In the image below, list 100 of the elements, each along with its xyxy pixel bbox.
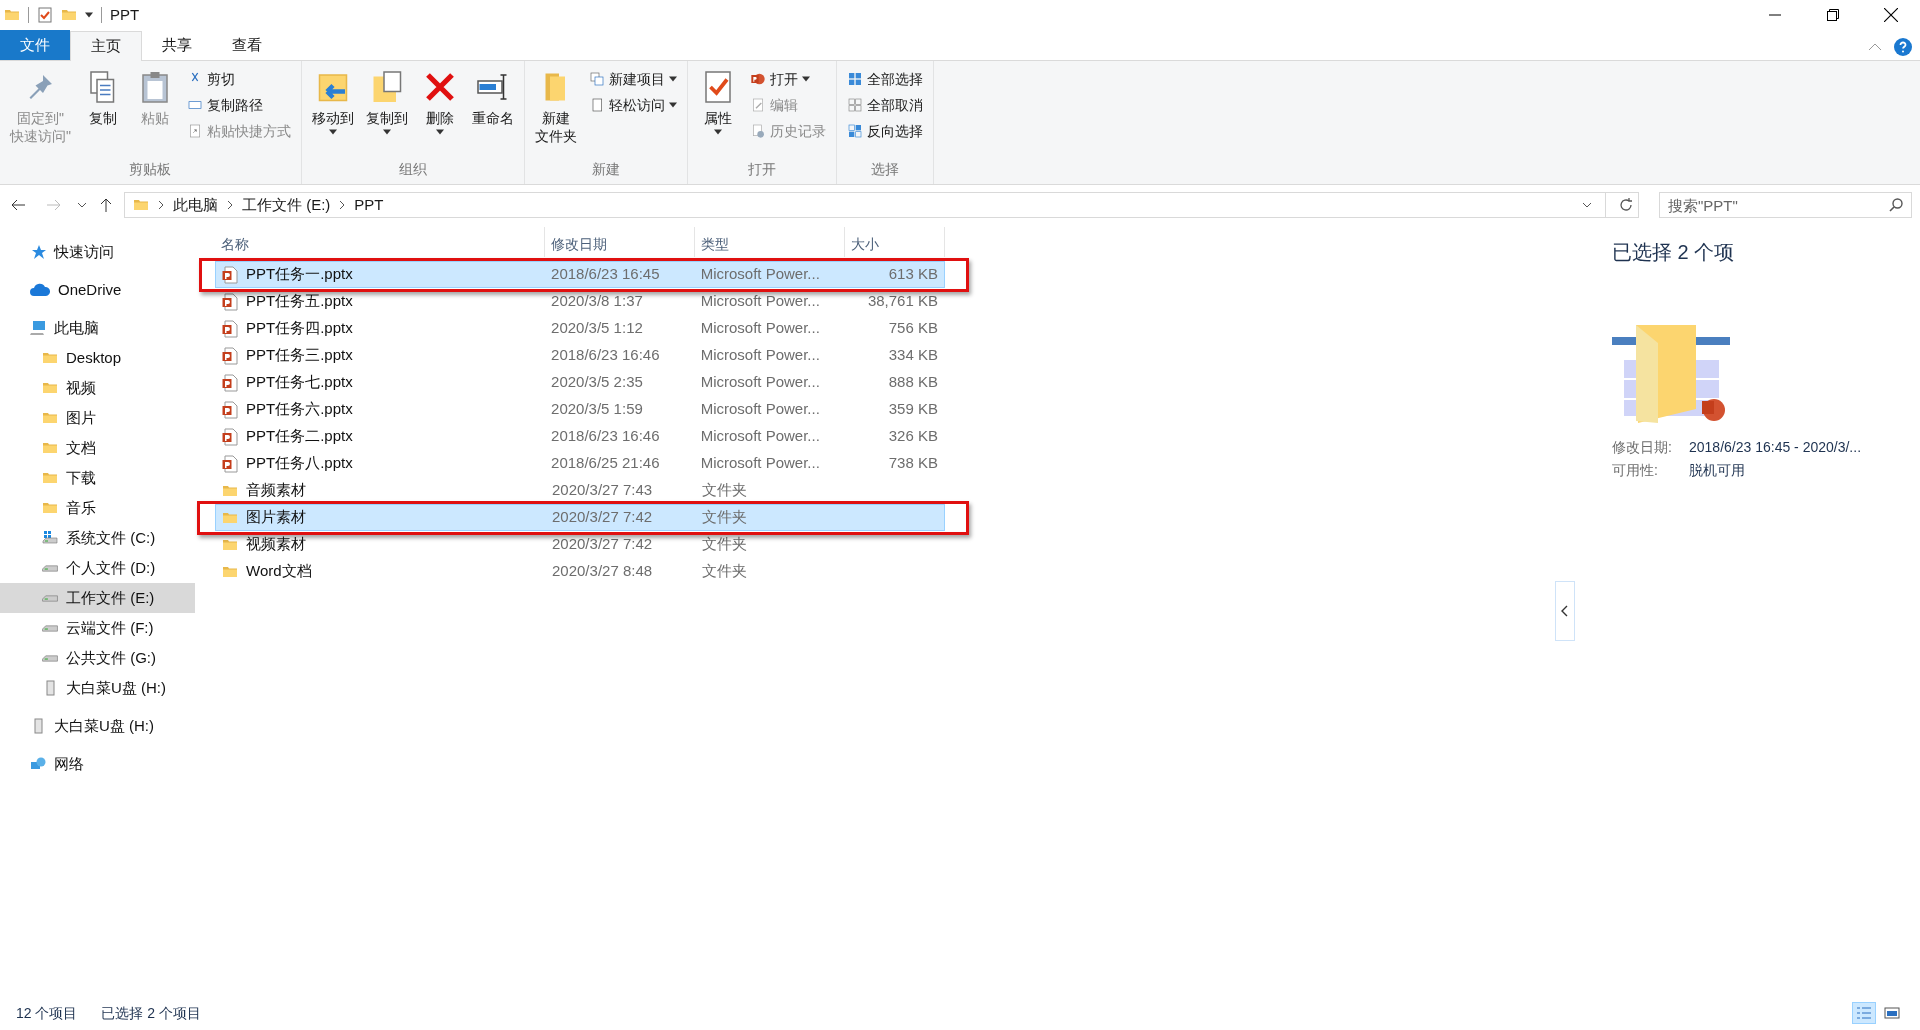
sidebar-item[interactable]: 个人文件 (D:) (0, 553, 195, 583)
file-row[interactable]: 图片素材 2020/3/27 7:42 文件夹 (215, 504, 945, 531)
file-name: 图片素材 (246, 507, 306, 528)
drive-icon (42, 564, 58, 572)
file-row[interactable]: PPT任务七.pptx 2020/3/5 2:35 Microsoft Power... 888 KB (215, 369, 945, 396)
ribbon-tab[interactable]: 主页 (70, 31, 142, 61)
sidebar-item[interactable]: 此电脑 (0, 313, 195, 343)
search-icon (1888, 197, 1904, 213)
pptx-file-icon (222, 265, 238, 284)
pptx-file-icon (222, 373, 238, 392)
network-icon (30, 756, 46, 772)
column-header[interactable]: 大小 (845, 227, 945, 257)
sidebar-item[interactable]: 工作文件 (E:) (0, 583, 195, 613)
size-cell-text: 38,761 KB (866, 291, 939, 312)
sidebar-item[interactable]: 公共文件 (G:) (0, 643, 195, 673)
checkmark-icon[interactable] (37, 7, 53, 23)
file-row[interactable]: PPT任务八.pptx 2018/6/25 21:46 Microsoft Power... 738 KB (215, 450, 945, 477)
pptx-file-icon (222, 292, 238, 311)
help-icon[interactable] (1894, 38, 1912, 56)
grid-icon (847, 71, 863, 87)
type-cell-text: Microsoft Power... (699, 345, 821, 366)
file-name: PPT任务六.pptx (246, 399, 353, 420)
ribbon-button[interactable]: 复制到 (362, 65, 412, 135)
address-bar[interactable]: 此电脑 工作文件 (E:) PPT (124, 192, 1639, 218)
ribbon-button[interactable]: 新建项目 (585, 67, 681, 91)
ribbon-button[interactable]: 反向选择 (843, 119, 927, 143)
ribbon-button[interactable]: 打开 (746, 67, 830, 91)
file-menu-button[interactable]: 文件 (0, 30, 70, 60)
caret-icon (714, 129, 722, 135)
file-row[interactable]: PPT任务三.pptx 2018/6/23 16:46 Microsoft Power... 334 KB (215, 342, 945, 369)
file-row[interactable]: PPT任务二.pptx 2018/6/23 16:46 Microsoft Power... 326 KB (215, 423, 945, 450)
sidebar-item[interactable]: 图片 (0, 403, 195, 433)
sidebar-item[interactable]: 大白菜U盘 (H:) (0, 673, 195, 703)
ribbon-button[interactable]: 全部选择 (843, 67, 927, 91)
ribbon-tab[interactable]: 查看 (212, 30, 282, 60)
sidebar-item[interactable]: OneDrive (0, 275, 195, 305)
breadcrumb[interactable]: 工作文件 (E:) (242, 193, 331, 217)
breadcrumb[interactable]: PPT (354, 193, 384, 217)
property-value: 2018/6/23 16:45 - 2020/3/... (1689, 438, 1862, 457)
sidebar-item[interactable]: 下载 (0, 463, 195, 493)
sidebar-item[interactable]: 大白菜U盘 (H:) (0, 711, 195, 741)
ribbon-button[interactable]: 复制路径 (183, 93, 295, 117)
file-name: 视频素材 (246, 534, 306, 555)
drive-icon (42, 654, 58, 662)
search-field[interactable]: 搜索"PPT" (1659, 192, 1912, 218)
ribbon-tab[interactable]: 共享 (142, 30, 212, 60)
sidebar-item[interactable]: 文档 (0, 433, 195, 463)
date-cell-text: 2018/6/23 16:46 (550, 345, 661, 366)
date-cell-text: 2020/3/8 1:37 (550, 291, 644, 312)
folder-icon (4, 7, 20, 23)
collapse-pane-button[interactable] (1555, 580, 1575, 641)
date-cell-text: 2020/3/27 7:43 (551, 480, 654, 501)
file-name: PPT任务四.pptx (246, 318, 353, 339)
sidebar-item[interactable]: Desktop (0, 343, 195, 373)
collapse-ribbon-icon[interactable] (1868, 42, 1882, 52)
ribbon-button[interactable]: 全部取消 (843, 93, 927, 117)
sidebar-item[interactable]: 系统文件 (C:) (0, 523, 195, 553)
ribbon-button[interactable]: 轻松访问 (585, 93, 681, 117)
ribbon-button[interactable]: 属性 (694, 65, 742, 135)
file-row[interactable]: PPT任务五.pptx 2020/3/8 1:37 Microsoft Power... 38,761 KB (215, 288, 945, 315)
ribbon-button[interactable]: 删除 (416, 65, 464, 135)
item-count: 12 个项目 (16, 1003, 78, 1023)
sidebar-item[interactable]: 视频 (0, 373, 195, 403)
ribbon-button[interactable]: 复制 (79, 65, 127, 127)
ribbon-button[interactable]: 剪切 (183, 67, 295, 91)
size-cell-text: 756 KB (887, 318, 939, 339)
file-row[interactable]: 视频素材 2020/3/27 7:42 文件夹 (215, 531, 945, 558)
file-row[interactable]: Word文档 2020/3/27 8:48 文件夹 (215, 558, 945, 585)
file-row[interactable]: 音频素材 2020/3/27 7:43 文件夹 (215, 477, 945, 504)
size-cell-text: 888 KB (887, 372, 939, 393)
column-header[interactable]: 类型 (695, 227, 845, 257)
sidebar-item[interactable]: 快速访问 (0, 237, 195, 267)
breadcrumb[interactable]: 此电脑 (173, 193, 218, 217)
ribbon-button[interactable]: 移动到 (308, 65, 358, 135)
file-row[interactable]: PPT任务六.pptx 2020/3/5 1:59 Microsoft Power... 359 KB (215, 396, 945, 423)
caret-icon (669, 102, 677, 108)
file-row[interactable]: PPT任务一.pptx 2018/6/23 16:45 Microsoft Power... 613 KB (215, 261, 945, 288)
ribbon-group-label: 剪贴板 (128, 160, 173, 179)
caret-icon (329, 129, 337, 135)
refresh-icon[interactable] (1618, 197, 1634, 213)
large-icons-icon (1884, 1005, 1900, 1021)
chevron-left-icon (1561, 604, 1569, 617)
drive-icon (42, 594, 58, 602)
sidebar-item[interactable]: 网络 (0, 749, 195, 779)
ribbon-button[interactable]: 新建 文件夹 (531, 65, 581, 145)
date-cell-text: 2020/3/27 8:48 (551, 561, 654, 582)
sidebar-item[interactable]: 云端文件 (F:) (0, 613, 195, 643)
property-value: 脱机可用 (1689, 461, 1745, 480)
date-cell-text: 2020/3/5 2:35 (550, 372, 644, 393)
pptx-file-icon (222, 454, 238, 473)
column-header[interactable]: 修改日期 (545, 227, 695, 257)
sidebar-item[interactable]: 音乐 (0, 493, 195, 523)
column-header[interactable]: 名称 (215, 227, 545, 257)
ribbon-button[interactable]: 重命名 (468, 65, 518, 127)
file-row[interactable]: PPT任务四.pptx 2020/3/5 1:12 Microsoft Power... 756 KB (215, 315, 945, 342)
drive-icon (42, 624, 58, 632)
file-name: PPT任务七.pptx (246, 372, 353, 393)
ribbon-group-label: 选择 (870, 160, 900, 179)
restore-icon (1827, 9, 1839, 21)
selection-count: 已选择 2 个项目 (101, 1003, 202, 1023)
